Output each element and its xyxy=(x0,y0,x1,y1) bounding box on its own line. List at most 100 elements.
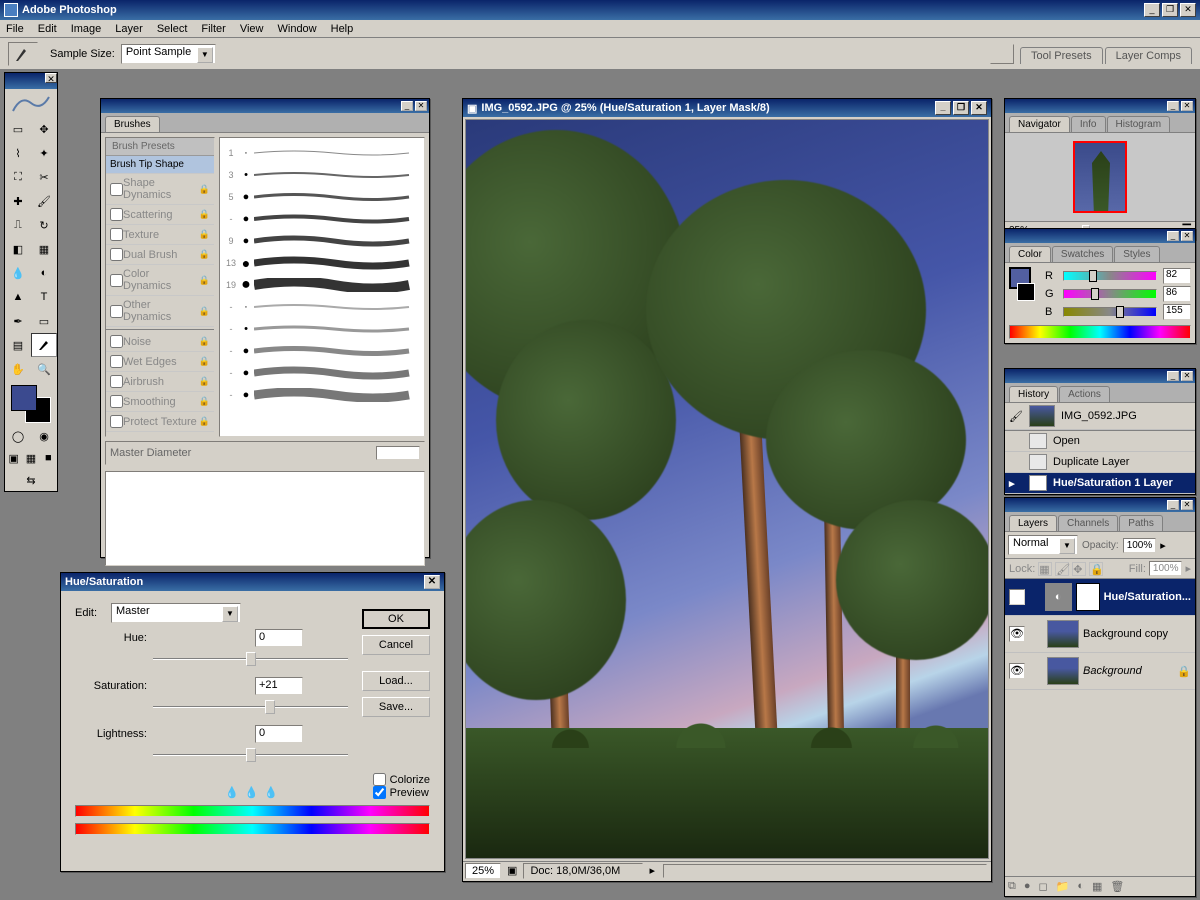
menu-image[interactable]: Image xyxy=(71,23,102,35)
notes-tool[interactable]: ▤ xyxy=(5,333,31,357)
menu-edit[interactable]: Edit xyxy=(38,23,57,35)
lightness-input[interactable]: 0 xyxy=(255,725,303,743)
visibility-icon[interactable]: 👁 xyxy=(1009,589,1025,605)
nav-close[interactable]: ✕ xyxy=(1181,101,1193,111)
tab-actions[interactable]: Actions xyxy=(1059,386,1110,402)
canvas[interactable] xyxy=(465,119,989,859)
brush-stroke-list[interactable]: 1· 3• 5● -● 9● 13● 19● -· -• -● -● -● xyxy=(219,137,425,437)
eyedropper-tool[interactable] xyxy=(31,333,57,357)
eyedropper-add-icon[interactable]: 💧 xyxy=(245,786,259,799)
move-tool[interactable]: ✥ xyxy=(31,117,57,141)
type-tool[interactable]: T xyxy=(31,285,57,309)
path-select-tool[interactable]: ▲ xyxy=(5,285,31,309)
hist-close[interactable]: ✕ xyxy=(1181,371,1193,381)
tab-tool-presets[interactable]: Tool Presets xyxy=(1020,47,1103,64)
tab-layer-comps[interactable]: Layer Comps xyxy=(1105,47,1192,64)
opt-airbrush[interactable]: Airbrush🔒 xyxy=(106,372,214,392)
opacity-flyout-icon[interactable]: ▸ xyxy=(1160,539,1166,552)
lasso-tool[interactable]: ⌇ xyxy=(5,141,31,165)
tab-history[interactable]: History xyxy=(1009,386,1058,402)
opt-noise[interactable]: Noise🔒 xyxy=(106,332,214,352)
opt-dual-brush[interactable]: Dual Brush🔒 xyxy=(106,245,214,265)
h-scrollbar[interactable] xyxy=(663,864,987,878)
r-slider[interactable] xyxy=(1063,271,1157,281)
history-snapshot[interactable]: 🖌 IMG_0592.JPG xyxy=(1005,403,1195,430)
opt-smoothing[interactable]: Smoothing🔒 xyxy=(106,392,214,412)
zoom-tool[interactable]: 🔍 xyxy=(31,357,57,381)
fill-flyout-icon[interactable]: ▸ xyxy=(1185,562,1191,575)
pen-tool[interactable]: ✒ xyxy=(5,309,31,333)
layer-hue-saturation[interactable]: 👁 ◐ Hue/Saturation... xyxy=(1005,579,1195,616)
lock-move-icon[interactable]: ✥ xyxy=(1072,562,1086,576)
nav-min[interactable]: _ xyxy=(1167,101,1179,111)
toolbox-close[interactable]: ✕ xyxy=(45,73,57,83)
palette-well-icon[interactable] xyxy=(990,44,1014,64)
color-min[interactable]: _ xyxy=(1167,231,1179,241)
history-duplicate[interactable]: Duplicate Layer xyxy=(1005,452,1195,473)
maximize-button[interactable]: ❐ xyxy=(1162,3,1178,17)
brushes-minimize[interactable]: _ xyxy=(401,101,413,111)
close-button[interactable]: ✕ xyxy=(1180,3,1196,17)
standard-mode-icon[interactable]: ◯ xyxy=(5,425,31,447)
menu-layer[interactable]: Layer xyxy=(115,23,143,35)
brush-tip-shape[interactable]: Brush Tip Shape xyxy=(106,156,214,174)
screen-standard-icon[interactable]: ▣ xyxy=(5,447,22,469)
visibility-icon[interactable]: 👁 xyxy=(1009,663,1025,679)
zoom-field[interactable]: 25% xyxy=(465,863,501,879)
quickmask-mode-icon[interactable]: ◉ xyxy=(31,425,57,447)
b-slider[interactable] xyxy=(1063,307,1157,317)
dodge-tool[interactable]: ◐ xyxy=(31,261,57,285)
tab-histogram[interactable]: Histogram xyxy=(1107,116,1171,132)
crop-tool[interactable]: ⛶ xyxy=(5,165,31,189)
wand-tool[interactable]: ✦ xyxy=(31,141,57,165)
gradient-tool[interactable]: ▦ xyxy=(31,237,57,261)
opt-scattering[interactable]: Scattering🔒 xyxy=(106,205,214,225)
shape-tool[interactable]: ▭ xyxy=(31,309,57,333)
slice-tool[interactable]: ✂ xyxy=(31,165,57,189)
g-slider[interactable] xyxy=(1063,289,1157,299)
eyedropper-sub-icon[interactable]: 💧 xyxy=(264,786,278,799)
fill-input[interactable]: 100% xyxy=(1149,561,1183,576)
current-tool-icon[interactable] xyxy=(8,42,38,66)
stamp-tool[interactable]: ⎍ xyxy=(5,213,31,237)
heal-tool[interactable]: ✚ xyxy=(5,189,31,213)
hand-tool[interactable]: ✋ xyxy=(5,357,31,381)
menu-filter[interactable]: Filter xyxy=(201,23,225,35)
doc-minimize[interactable]: _ xyxy=(935,101,951,115)
lightness-slider[interactable] xyxy=(153,747,348,763)
tab-layers[interactable]: Layers xyxy=(1009,515,1057,531)
color-ramp[interactable] xyxy=(1009,325,1191,339)
layer-style-icon[interactable]: ● xyxy=(1024,880,1031,893)
visibility-icon[interactable]: 👁 xyxy=(1009,626,1025,642)
marquee-tool[interactable]: ▭ xyxy=(5,117,31,141)
opt-protect-texture[interactable]: Protect Texture🔒 xyxy=(106,412,214,432)
brush-presets-header[interactable]: Brush Presets xyxy=(106,138,214,156)
layer-mask-thumb[interactable] xyxy=(1076,583,1100,611)
minimize-button[interactable]: _ xyxy=(1144,3,1160,17)
new-set-icon[interactable]: 📁 xyxy=(1056,880,1070,893)
tab-brushes[interactable]: Brushes xyxy=(105,116,160,132)
doc-size-icon[interactable]: ▣ xyxy=(503,864,521,877)
history-hue-sat[interactable]: ▸Hue/Saturation 1 Layer xyxy=(1005,473,1195,494)
doc-close[interactable]: ✕ xyxy=(971,101,987,115)
lock-all-icon[interactable]: 🔒 xyxy=(1089,562,1103,576)
hue-input[interactable]: 0 xyxy=(255,629,303,647)
save-button[interactable]: Save... xyxy=(362,697,430,717)
preview-check[interactable] xyxy=(373,786,386,799)
hs-close-button[interactable]: ✕ xyxy=(424,575,440,589)
eraser-tool[interactable]: ◧ xyxy=(5,237,31,261)
screen-full-menu-icon[interactable]: ▦ xyxy=(22,447,39,469)
menu-view[interactable]: View xyxy=(240,23,264,35)
cancel-button[interactable]: Cancel xyxy=(362,635,430,655)
layer-background-copy[interactable]: 👁 Background copy xyxy=(1005,616,1195,653)
doc-maximize[interactable]: ❐ xyxy=(953,101,969,115)
saturation-input[interactable]: +21 xyxy=(255,677,303,695)
adjustment-layer-icon[interactable]: ◐ xyxy=(1077,880,1084,893)
r-value[interactable]: 82 xyxy=(1163,268,1191,284)
tab-styles[interactable]: Styles xyxy=(1114,246,1159,262)
opt-wet-edges[interactable]: Wet Edges🔒 xyxy=(106,352,214,372)
opt-shape-dynamics[interactable]: Shape Dynamics🔒 xyxy=(106,174,214,205)
menu-select[interactable]: Select xyxy=(157,23,188,35)
history-brush-tool[interactable]: ↻ xyxy=(31,213,57,237)
hist-min[interactable]: _ xyxy=(1167,371,1179,381)
